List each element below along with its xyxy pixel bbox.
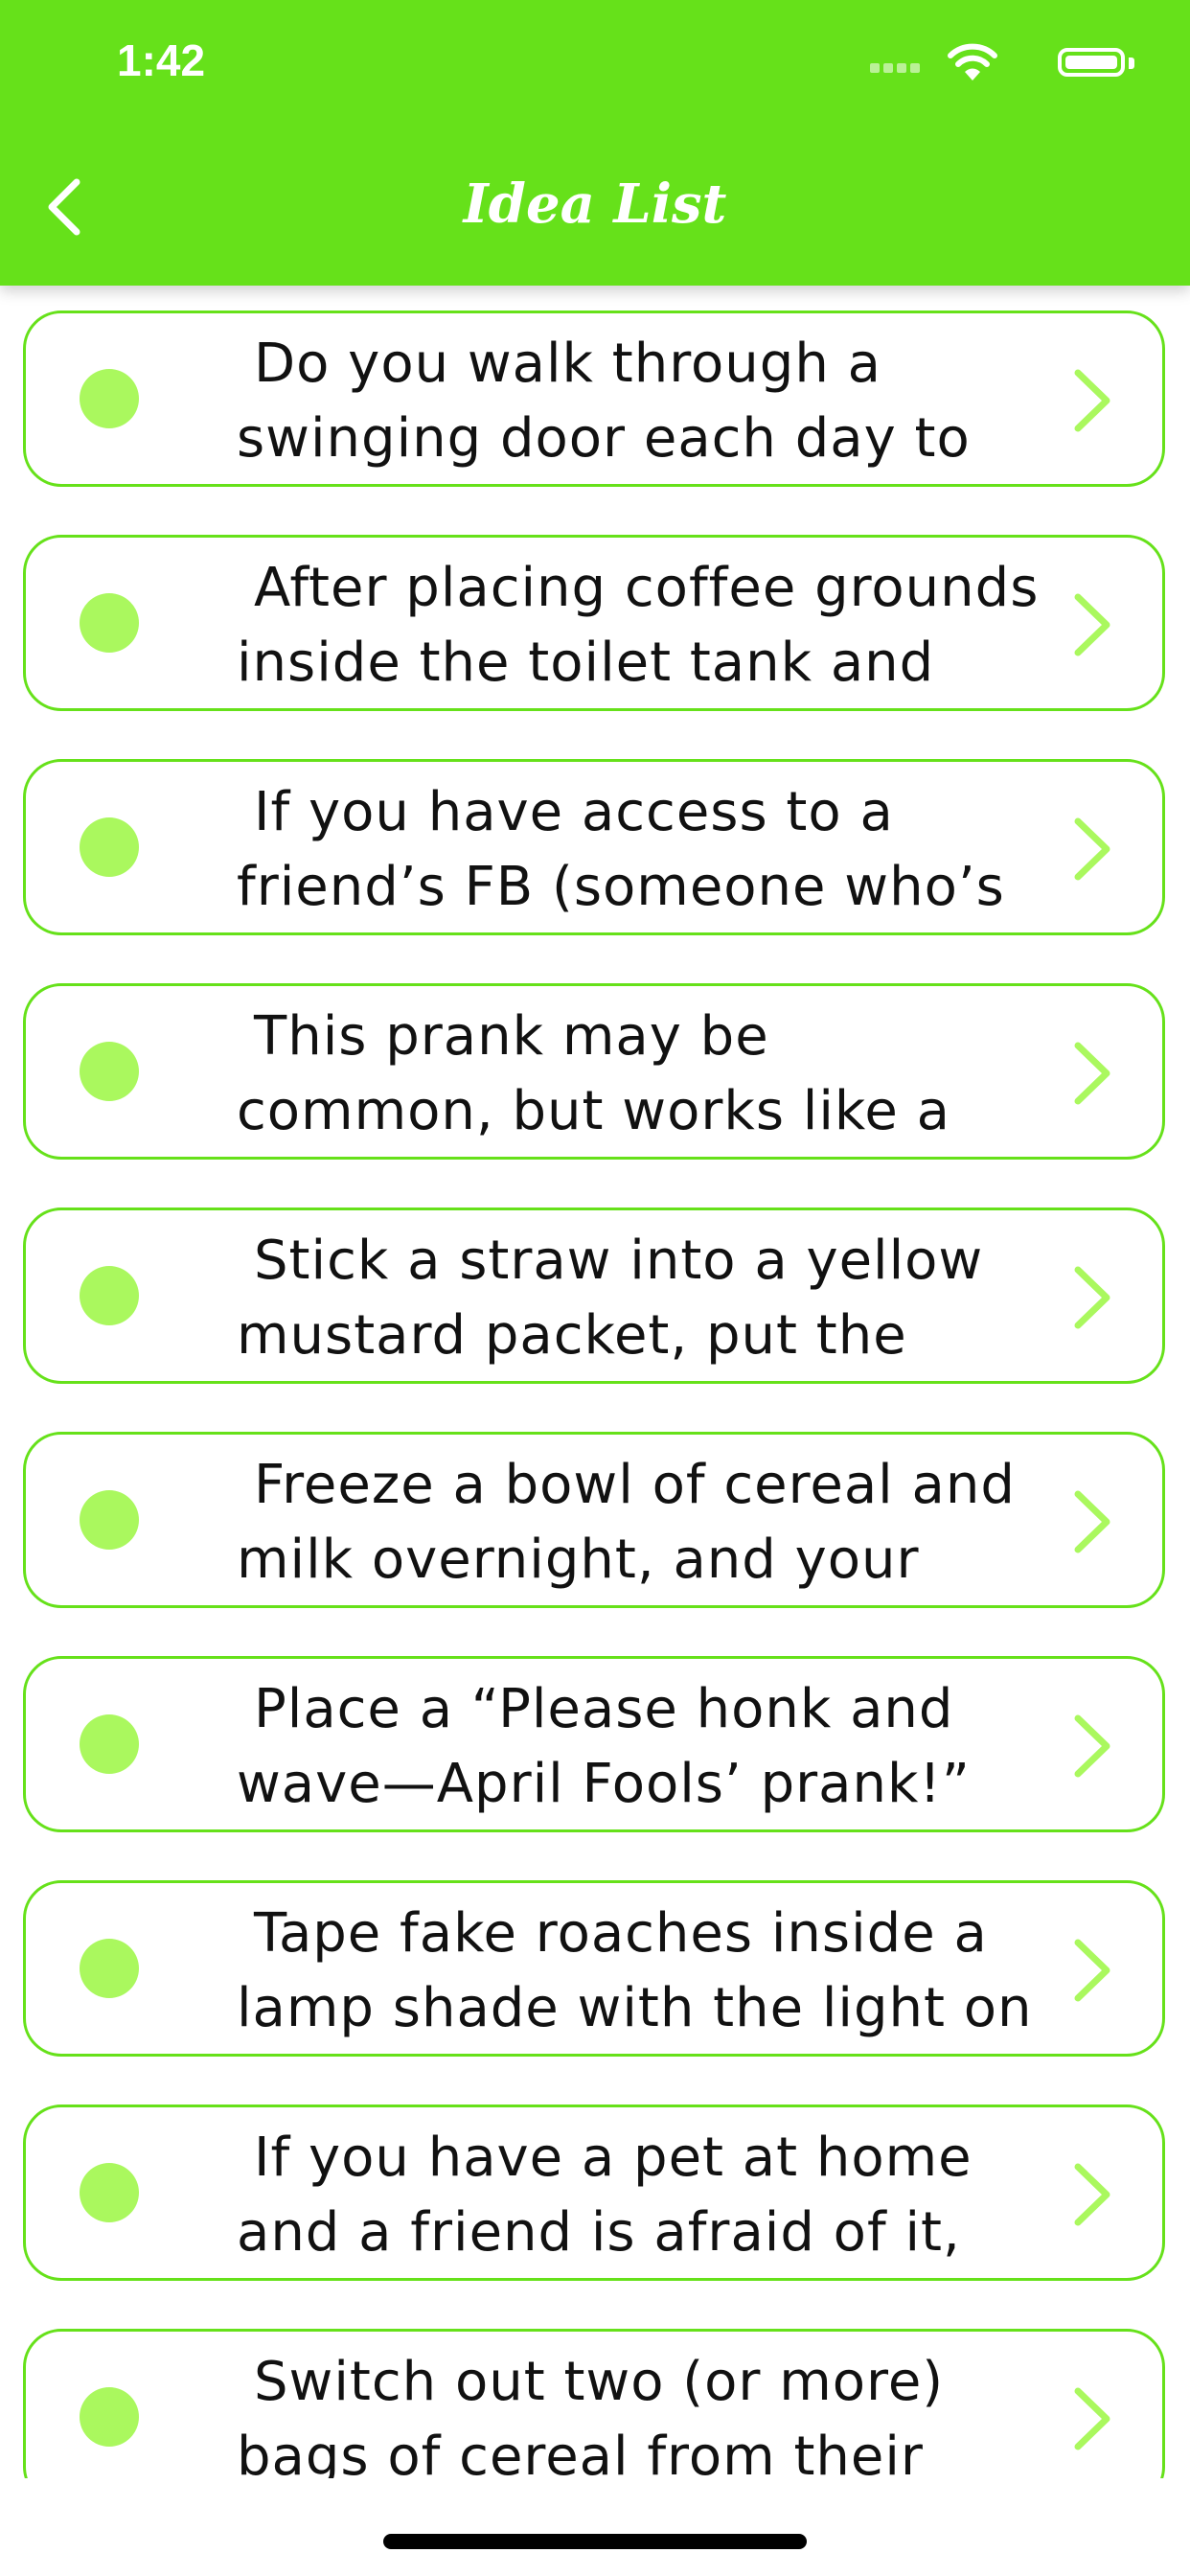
idea-text: This prank may be common, but works like… (237, 1005, 950, 1142)
idea-card[interactable]: Tape fake roaches inside a lamp shade wi… (23, 1880, 1165, 2057)
idea-text: Tape fake roaches inside a lamp shade wi… (237, 1902, 1033, 2039)
idea-card[interactable]: Do you walk through a swinging door each… (23, 310, 1165, 487)
nav-header: 1:42 Idea List (0, 0, 1190, 286)
chevron-right-icon (1074, 817, 1110, 881)
idea-card[interactable]: This prank may be common, but works like… (23, 983, 1165, 1160)
idea-text: Place a “Please honk and wave—April Fool… (237, 1678, 971, 1815)
dot-icon (80, 593, 139, 653)
chevron-right-icon (1074, 1939, 1110, 2002)
home-indicator[interactable] (383, 2534, 807, 2549)
idea-card[interactable]: Stick a straw into a yellow mustard pack… (23, 1208, 1165, 1384)
status-time: 1:42 (117, 35, 206, 85)
dot-icon (80, 1490, 139, 1550)
chevron-right-icon (1074, 1714, 1110, 1778)
idea-text: If you have access to a friend’s FB (som… (237, 781, 1005, 918)
chevron-right-icon (1074, 369, 1110, 432)
battery-cap (1129, 58, 1134, 69)
chevron-right-icon (1074, 1266, 1110, 1329)
idea-card[interactable]: Switch out two (or more) bags of cereal … (23, 2329, 1165, 2478)
dot-icon (80, 369, 139, 428)
dot-icon (80, 2163, 139, 2222)
dot-icon (80, 1266, 139, 1325)
idea-text: Do you walk through a swinging door each… (237, 333, 971, 470)
signal-icon (870, 63, 924, 75)
idea-text: Freeze a bowl of cereal and milk overnig… (237, 1454, 1016, 1591)
dot-icon (80, 1042, 139, 1101)
idea-text: If you have a pet at home and a friend i… (237, 2127, 973, 2264)
idea-text: Stick a straw into a yellow mustard pack… (237, 1230, 984, 1367)
idea-card[interactable]: After placing coffee grounds inside the … (23, 535, 1165, 711)
chevron-right-icon (1074, 1490, 1110, 1553)
dot-icon (80, 817, 139, 877)
idea-card[interactable]: Freeze a bowl of cereal and milk overnig… (23, 1432, 1165, 1608)
idea-card[interactable]: Place a “Please honk and wave—April Fool… (23, 1656, 1165, 1832)
chevron-right-icon (1074, 593, 1110, 656)
idea-list[interactable]: Do you walk through a swinging door each… (0, 286, 1190, 2478)
chevron-right-icon (1074, 2387, 1110, 2450)
page-title: Idea List (463, 172, 727, 236)
dot-icon (80, 1939, 139, 1998)
battery-icon (1058, 48, 1125, 77)
idea-text: Switch out two (or more) bags of cereal … (237, 2351, 945, 2478)
chevron-right-icon (1074, 2163, 1110, 2226)
chevron-right-icon (1074, 1042, 1110, 1105)
status-icons (835, 42, 1142, 84)
wifi-icon (948, 43, 997, 80)
idea-card[interactable]: If you have access to a friend’s FB (som… (23, 759, 1165, 935)
idea-card[interactable]: If you have a pet at home and a friend i… (23, 2104, 1165, 2281)
dot-icon (80, 2387, 139, 2447)
dot-icon (80, 1714, 139, 1774)
idea-text: After placing coffee grounds inside the … (237, 557, 1040, 694)
